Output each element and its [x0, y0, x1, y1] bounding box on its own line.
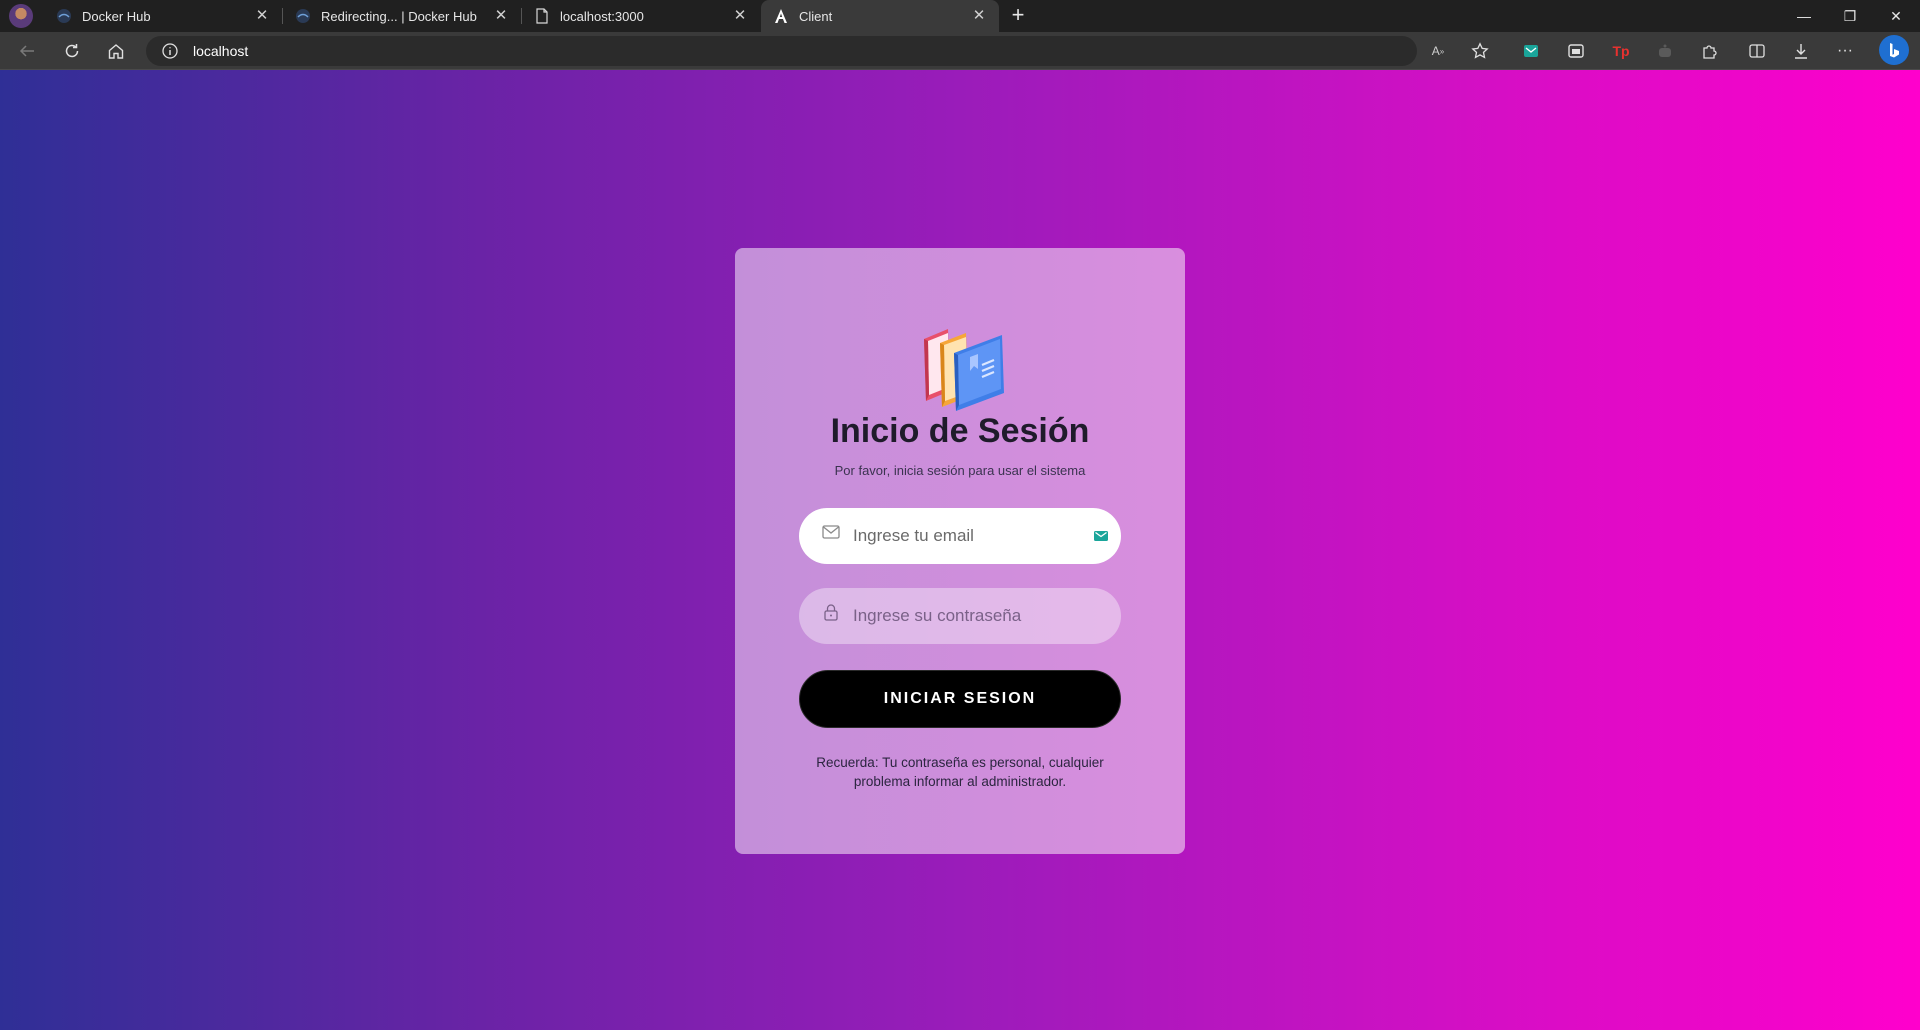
page-background: Inicio de Sesión Por favor, inicia sesió…	[0, 70, 1920, 1030]
login-title: Inicio de Sesión	[830, 412, 1090, 450]
close-tab-icon[interactable]: ✕	[971, 8, 987, 24]
extensions-puzzle-icon[interactable]	[1697, 39, 1721, 63]
address-url: localhost	[193, 43, 249, 59]
lock-icon	[824, 604, 838, 621]
extension-window-icon[interactable]	[1564, 39, 1588, 63]
password-field[interactable]	[799, 588, 1121, 644]
tab-client[interactable]: Client ✕	[761, 0, 999, 32]
close-tab-icon[interactable]: ✕	[732, 8, 748, 24]
tab-docker-hub[interactable]: Docker Hub ✕	[44, 0, 282, 32]
books-logo-icon	[924, 329, 1004, 411]
close-tab-icon[interactable]: ✕	[254, 8, 270, 24]
downloads-icon[interactable]	[1789, 39, 1813, 63]
autofill-mail-icon[interactable]	[1093, 528, 1109, 544]
login-submit-button[interactable]: INICIAR SESION	[799, 670, 1121, 728]
email-field[interactable]	[799, 508, 1121, 564]
tab-label: Client	[799, 8, 833, 24]
tab-redirecting-docker-hub[interactable]: Redirecting... | Docker Hub ✕	[283, 0, 521, 32]
tab-label: Docker Hub	[82, 8, 151, 24]
minimize-button[interactable]: —	[1781, 0, 1827, 32]
restore-button[interactable]: ❐	[1827, 0, 1873, 32]
email-input[interactable]	[853, 508, 1073, 564]
password-reminder-note: Recuerda: Tu contraseña es personal, cua…	[816, 755, 1104, 789]
home-button[interactable]	[101, 36, 131, 66]
login-card: Inicio de Sesión Por favor, inicia sesió…	[735, 248, 1185, 854]
back-button[interactable]	[12, 36, 42, 66]
docker-icon	[56, 8, 72, 24]
site-info-icon[interactable]	[162, 43, 178, 59]
settings-more-icon[interactable]: ···	[1833, 39, 1857, 63]
tab-localhost-3000[interactable]: localhost:3000 ✕	[522, 0, 760, 32]
browser-tab-strip: Docker Hub ✕ Redirecting... | Docker Hub…	[0, 0, 1920, 32]
refresh-icon	[65, 44, 79, 58]
tab-label: Redirecting... | Docker Hub	[321, 8, 477, 24]
favorite-star-icon[interactable]	[1468, 39, 1492, 63]
angular-icon	[773, 8, 789, 24]
close-tab-icon[interactable]: ✕	[493, 8, 509, 24]
new-tab-button[interactable]: +	[1006, 4, 1030, 28]
tab-label: localhost:3000	[560, 8, 644, 24]
back-arrow-icon	[19, 45, 34, 57]
read-aloud-icon[interactable]: A»	[1426, 39, 1450, 63]
password-input[interactable]	[853, 588, 1073, 644]
page-icon	[534, 8, 550, 24]
refresh-button[interactable]	[57, 36, 87, 66]
login-subtitle: Por favor, inicia sesión para usar el si…	[834, 463, 1086, 478]
split-screen-icon[interactable]	[1745, 39, 1769, 63]
extension-robot-icon[interactable]	[1653, 39, 1677, 63]
home-icon	[108, 44, 124, 59]
address-bar[interactable]: localhost A»	[146, 36, 1444, 66]
browser-toolbar: localhost A» Tp ···	[0, 32, 1920, 70]
close-window-button[interactable]: ✕	[1873, 0, 1919, 32]
extension-mail-icon[interactable]	[1519, 39, 1543, 63]
docker-icon	[295, 8, 311, 24]
bing-copilot-icon[interactable]	[1879, 35, 1909, 65]
mail-icon	[822, 525, 840, 539]
profile-avatar[interactable]	[9, 4, 33, 28]
extension-tp-icon[interactable]: Tp	[1609, 39, 1633, 63]
